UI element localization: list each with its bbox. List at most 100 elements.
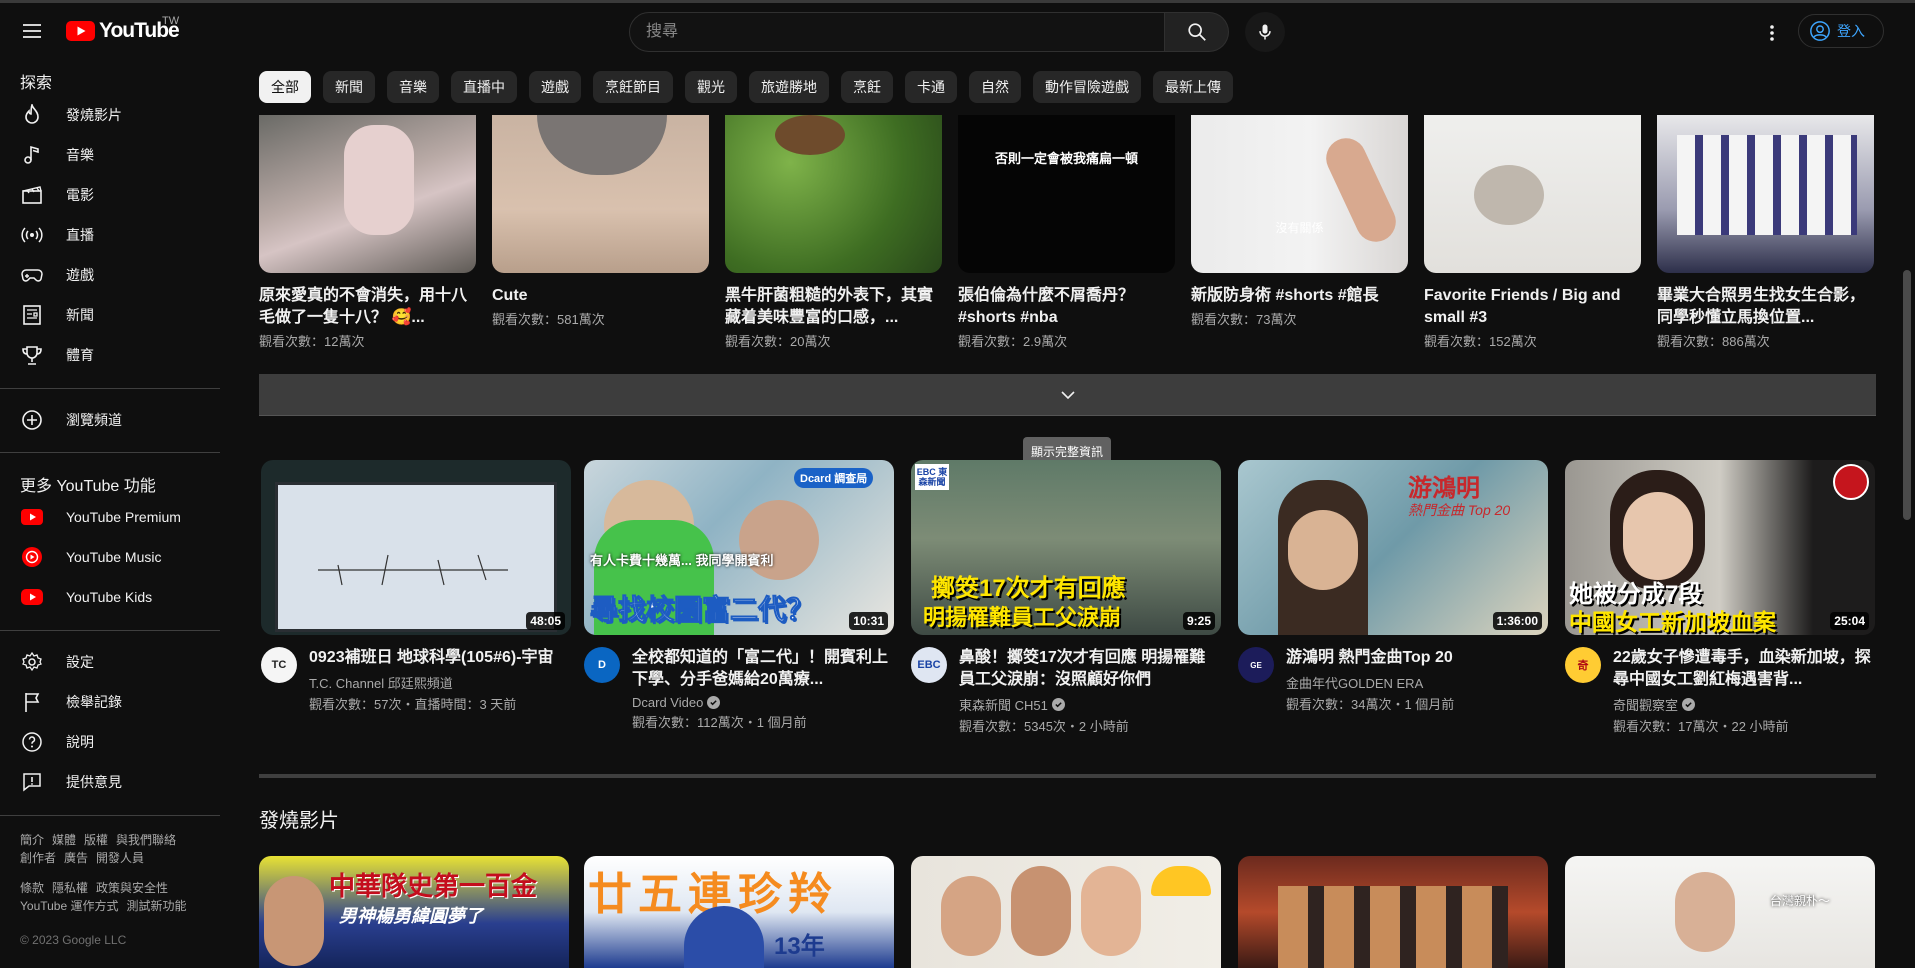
sidebar-item-live[interactable]: 直播: [8, 215, 212, 255]
channel-name[interactable]: 東森新聞 CH51: [959, 695, 1048, 714]
search-input[interactable]: [630, 13, 1164, 51]
chip-nature[interactable]: 自然: [969, 71, 1021, 103]
chip-action-adventure[interactable]: 動作冒險遊戲: [1033, 71, 1141, 103]
sidebar-item-settings[interactable]: 設定: [8, 642, 212, 682]
chip-live[interactable]: 直播中: [451, 71, 517, 103]
channel-name[interactable]: Dcard Video: [632, 695, 703, 710]
footer-link[interactable]: 測試新功能: [127, 897, 187, 915]
footer-link[interactable]: 隱私權: [52, 879, 88, 897]
short-title[interactable]: 張伯倫為什麼不屑喬丹？ #shorts #nba: [958, 285, 1175, 329]
video-thumbnail[interactable]: 中華隊史第一百金 男神楊勇緯圓夢了: [259, 856, 569, 968]
chip-music[interactable]: 音樂: [387, 71, 439, 103]
video-title[interactable]: 全校都知道的「富二代」！開賓利上下學、分手爸媽給20萬療...: [632, 647, 892, 691]
sidebar-item-youtube-kids[interactable]: YouTube Kids: [8, 577, 212, 617]
short-title[interactable]: Favorite Friends / Big and small #3: [1424, 285, 1641, 329]
footer-link[interactable]: 與我們聯絡: [116, 831, 176, 849]
short-item[interactable]: 沒有關係 新版防身術 #shorts #館長 觀看次數：73萬次: [1191, 115, 1408, 328]
footer-link[interactable]: 創作者: [20, 849, 56, 867]
chip-destinations[interactable]: 旅遊勝地: [749, 71, 829, 103]
short-title[interactable]: 黑牛肝菌粗糙的外表下，其實藏着美味豐富的口感，...: [725, 285, 942, 329]
video-item[interactable]: Dcard 調查局 有人卡費十幾萬... 我同學開賓利 尋找校園富二代？ 10:…: [584, 460, 894, 731]
sidebar-item-browse-channels[interactable]: 瀏覽頻道: [8, 400, 212, 440]
sidebar-item-youtube-premium[interactable]: YouTube Premium: [8, 497, 212, 537]
chip-gaming[interactable]: 遊戲: [529, 71, 581, 103]
short-title[interactable]: 新版防身術 #shorts #館長: [1191, 285, 1408, 307]
short-thumbnail[interactable]: [259, 115, 476, 273]
chip-all[interactable]: 全部: [259, 71, 311, 103]
search-button[interactable]: [1165, 12, 1229, 52]
sidebar-item-send-feedback[interactable]: 提供意見: [8, 762, 212, 802]
video-thumbnail[interactable]: EBC 東森新聞 擲筊17次才有回應 明揚罹難員工父淚崩 9:25: [911, 460, 1221, 635]
short-thumbnail[interactable]: [725, 115, 942, 273]
short-item[interactable]: 原來愛真的不會消失，用十八毛做了一隻十八？ 🥰... 觀看次數：12萬次: [259, 115, 476, 350]
video-thumbnail[interactable]: [911, 856, 1221, 968]
chip-news[interactable]: 新聞: [323, 71, 375, 103]
video-title[interactable]: 22歲女子慘遭毒手，血染新加坡，探尋中國女工劉紅梅遇害背...: [1613, 647, 1873, 691]
footer-link[interactable]: 廣告: [64, 849, 88, 867]
video-title[interactable]: 鼻酸！擲筊17次才有回應 明揚罹難員工父淚崩：沒照顧好你們: [959, 647, 1219, 691]
chip-cooking[interactable]: 烹飪: [841, 71, 893, 103]
sidebar-item-help[interactable]: 說明: [8, 722, 212, 762]
thumbnail-image: [1623, 492, 1693, 580]
video-thumbnail[interactable]: Dcard 調查局 有人卡費十幾萬... 我同學開賓利 尋找校園富二代？ 10:…: [584, 460, 894, 635]
channel-avatar[interactable]: EBC: [911, 647, 947, 683]
sidebar-item-movies[interactable]: 電影: [8, 175, 212, 215]
short-thumbnail[interactable]: [1657, 115, 1874, 273]
short-thumbnail[interactable]: [492, 115, 709, 273]
sidebar-item-report-history[interactable]: 檢舉記錄: [8, 682, 212, 722]
short-thumbnail[interactable]: 否則一定會被我痛扁一頓: [958, 115, 1175, 273]
short-item[interactable]: Favorite Friends / Big and small #3 觀看次數…: [1424, 115, 1641, 350]
video-item[interactable]: 她被分成7段 中國女工新加坡血案 25:04 奇 22歲女子慘遭毒手，血染新加坡…: [1565, 460, 1875, 735]
page-scrollbar[interactable]: [1903, 270, 1911, 520]
sidebar-item-music[interactable]: 音樂: [8, 135, 212, 175]
sidebar-item-gaming[interactable]: 遊戲: [8, 255, 212, 295]
video-item[interactable]: 游鴻明 熱門金曲 Top 20 1:36:00 GE 游鴻明 熱門金曲Top 2…: [1238, 460, 1548, 713]
footer-link[interactable]: 條款: [20, 879, 44, 897]
sidebar-item-youtube-music[interactable]: YouTube Music: [8, 537, 212, 577]
sidebar-item-sports[interactable]: 體育: [8, 335, 212, 375]
footer-link[interactable]: 版權: [84, 831, 108, 849]
chip-cooking-shows[interactable]: 烹飪節目: [593, 71, 673, 103]
footer-link[interactable]: 政策與安全性: [96, 879, 168, 897]
show-more-bar[interactable]: [259, 374, 1876, 416]
channel-name[interactable]: T.C. Channel 邱廷熙頻道: [309, 673, 453, 692]
sidebar-item-news[interactable]: 新聞: [8, 295, 212, 335]
video-title[interactable]: 游鴻明 熱門金曲Top 20: [1286, 647, 1546, 669]
channel-avatar[interactable]: D: [584, 647, 620, 683]
short-thumbnail[interactable]: [1424, 115, 1641, 273]
short-item[interactable]: Cute 觀看次數：581萬次: [492, 115, 709, 328]
sign-in-button[interactable]: 登入: [1798, 14, 1884, 48]
footer-link[interactable]: 簡介: [20, 831, 44, 849]
video-item[interactable]: EBC 東森新聞 擲筊17次才有回應 明揚罹難員工父淚崩 9:25 EBC 鼻酸…: [911, 460, 1221, 735]
channel-avatar[interactable]: GE: [1238, 647, 1274, 683]
short-title[interactable]: 畢業大合照男生找女生合影，同學秒懂立馬換位置...: [1657, 285, 1874, 329]
channel-avatar[interactable]: 奇: [1565, 647, 1601, 683]
short-item[interactable]: 黑牛肝菌粗糙的外表下，其實藏着美味豐富的口感，... 觀看次數：20萬次: [725, 115, 942, 350]
footer-link[interactable]: 媒體: [52, 831, 76, 849]
footer-link[interactable]: 開發人員: [96, 849, 144, 867]
menu-button[interactable]: [14, 13, 50, 49]
video-thumbnail[interactable]: 廿五連珍羚 13年: [584, 856, 894, 968]
chip-cartoons[interactable]: 卡通: [905, 71, 957, 103]
chip-recently-uploaded[interactable]: 最新上傳: [1153, 71, 1233, 103]
chip-tourism[interactable]: 觀光: [685, 71, 737, 103]
short-title[interactable]: 原來愛真的不會消失，用十八毛做了一隻十八？ 🥰...: [259, 285, 476, 329]
channel-name[interactable]: 金曲年代GOLDEN ERA: [1286, 673, 1423, 692]
video-thumbnail[interactable]: 她被分成7段 中國女工新加坡血案 25:04: [1565, 460, 1875, 635]
video-thumbnail[interactable]: 游鴻明 熱門金曲 Top 20 1:36:00: [1238, 460, 1548, 635]
voice-search-button[interactable]: [1245, 12, 1285, 52]
sidebar-item-trending[interactable]: 發燒影片: [8, 95, 212, 135]
video-title[interactable]: 0923補班日 地球科學(105#6)-宇宙: [309, 647, 569, 669]
video-thumbnail[interactable]: 台灣親朴～: [1565, 856, 1875, 968]
short-item[interactable]: 否則一定會被我痛扁一頓 張伯倫為什麼不屑喬丹？ #shorts #nba 觀看次…: [958, 115, 1175, 350]
channel-avatar[interactable]: TC: [261, 647, 297, 683]
settings-menu-button[interactable]: [1760, 15, 1784, 51]
short-thumbnail[interactable]: 沒有關係: [1191, 115, 1408, 273]
video-item[interactable]: 48:05 TC 0923補班日 地球科學(105#6)-宇宙 T.C. Cha…: [261, 460, 571, 713]
video-thumbnail[interactable]: 48:05: [261, 460, 571, 635]
channel-name[interactable]: 奇聞觀察室: [1613, 695, 1678, 714]
short-title[interactable]: Cute: [492, 285, 709, 307]
footer-link[interactable]: YouTube 運作方式: [20, 897, 119, 915]
video-thumbnail[interactable]: [1238, 856, 1548, 968]
short-item[interactable]: 畢業大合照男生找女生合影，同學秒懂立馬換位置... 觀看次數：886萬次: [1657, 115, 1874, 350]
